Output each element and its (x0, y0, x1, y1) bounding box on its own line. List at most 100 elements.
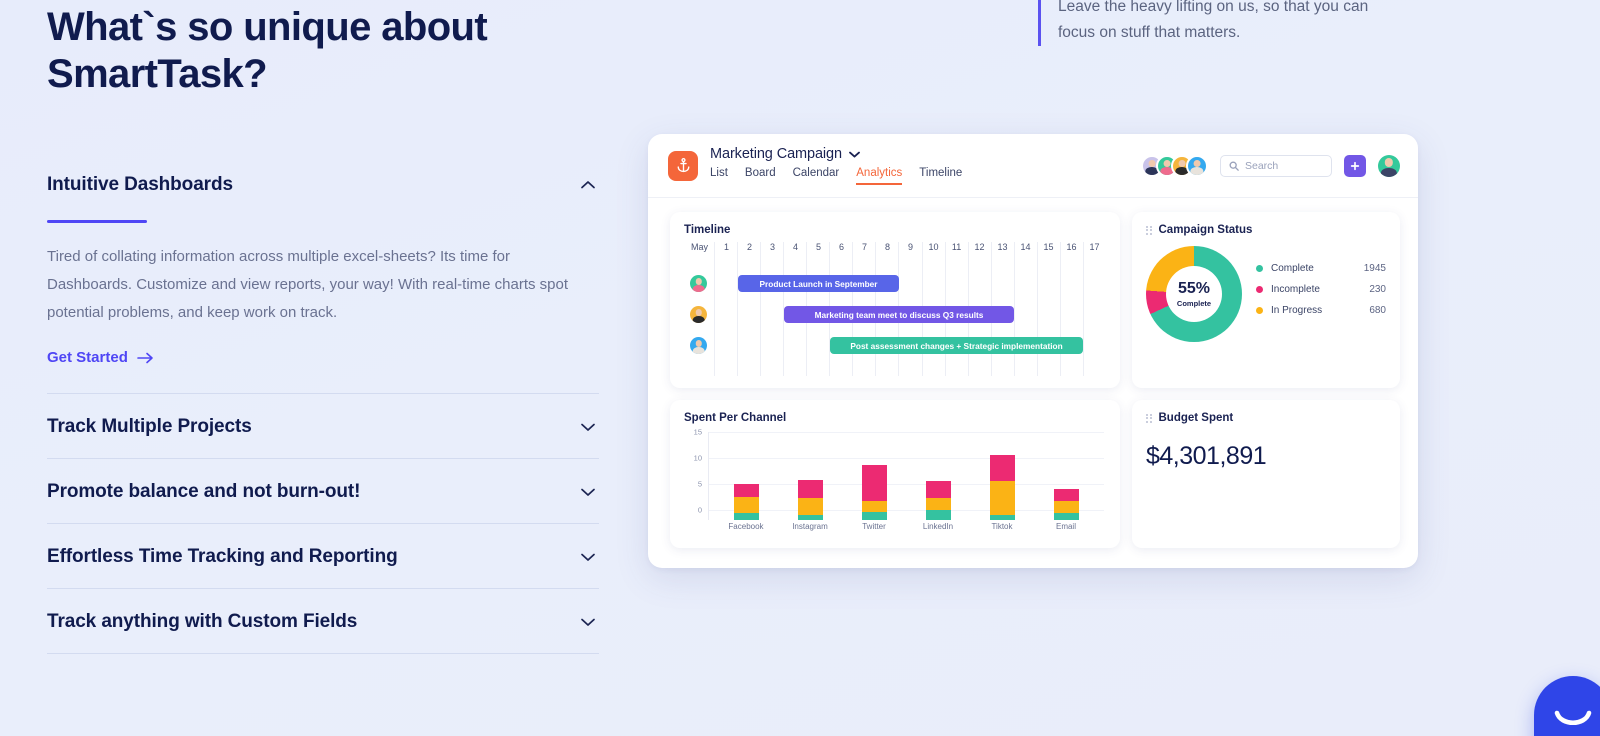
bar-segment (862, 465, 888, 502)
drag-handle-icon[interactable] (1146, 225, 1152, 235)
legend-value: 230 (1369, 283, 1386, 295)
donut-legend-row: Incomplete 230 (1256, 284, 1386, 295)
tab-calendar[interactable]: Calendar (793, 167, 840, 185)
donut-center-value: 55% (1177, 279, 1211, 297)
timeline-title: Timeline (684, 224, 1106, 236)
y-axis-tick-label: 0 (697, 505, 702, 515)
timeline-date-label: 17 (1089, 242, 1100, 252)
bar-segment (1053, 512, 1079, 520)
timeline-rows: Product Launch in September Marketing tea… (684, 258, 1106, 361)
bar-column[interactable] (715, 432, 779, 520)
timeline-row: Marketing team meet to discuss Q3 result… (684, 299, 1106, 330)
bar-segment (734, 483, 760, 497)
bar-column[interactable] (843, 432, 907, 520)
profile-avatar[interactable] (1378, 154, 1400, 177)
get-started-label: Get Started (47, 349, 128, 367)
accordion-header-promote-balance[interactable]: Promote balance and not burn-out! (47, 459, 599, 523)
bar-chart-bars (709, 432, 1104, 520)
timeline-date-label: 16 (1066, 242, 1077, 252)
timeline-task-bar[interactable]: Marketing team meet to discuss Q3 result… (784, 306, 1014, 323)
spent-per-channel-panel: Spent Per Channel 0 5 10 15 Facebook Instagr… (670, 400, 1120, 548)
project-selector[interactable]: Marketing Campaign (710, 146, 962, 162)
donut-chart: 55% Complete (1146, 246, 1242, 342)
tab-timeline[interactable]: Timeline (919, 167, 962, 185)
timeline-date-label: 3 (770, 242, 776, 252)
bar-chart-plot (708, 432, 1104, 520)
timeline-title-label: Timeline (684, 224, 731, 236)
accordion-header-effortless-time-tracking[interactable]: Effortless Time Tracking and Reporting (47, 524, 599, 588)
y-axis-tick-label: 5 (697, 479, 702, 489)
bar-segment (734, 496, 760, 513)
get-started-link[interactable]: Get Started (47, 349, 154, 366)
bar-segment (925, 510, 951, 520)
bar-chart-y-axis: 0 5 10 15 (684, 428, 706, 515)
search-input[interactable]: Search (1220, 154, 1332, 177)
chevron-down-icon[interactable] (849, 151, 860, 158)
accent-underline (47, 220, 147, 224)
timeline-date-label: 7 (862, 242, 868, 252)
y-axis-tick-label: 10 (693, 453, 702, 463)
timeline-date-label: 13 (997, 242, 1008, 252)
tab-board[interactable]: Board (745, 167, 776, 185)
timeline-assignee-avatar[interactable] (690, 337, 707, 354)
spent-per-channel-title-label: Spent Per Channel (684, 412, 787, 424)
donut-center: 55% Complete (1166, 266, 1222, 322)
campaign-status-title-label: Campaign Status (1158, 224, 1253, 236)
donut-legend-row: Complete 1945 (1256, 263, 1386, 274)
accordion-title: Track anything with Custom Fields (47, 611, 358, 633)
budget-spent-title-label: Budget Spent (1158, 412, 1234, 424)
bar-column[interactable] (906, 432, 970, 520)
accordion-title: Effortless Time Tracking and Reporting (47, 546, 398, 568)
chevron-down-icon[interactable] (577, 416, 599, 438)
bar-segment (925, 480, 951, 498)
bar-chart-x-labels: Facebook Instagram Twitter LinkedIn Tiktok Em… (708, 522, 1104, 531)
chevron-down-icon[interactable] (577, 546, 599, 568)
bar-column[interactable] (1034, 432, 1098, 520)
legend-label: In Progress (1271, 304, 1323, 316)
chat-widget-button[interactable] (1534, 676, 1600, 736)
member-avatar-group[interactable] (1141, 154, 1208, 177)
bar-segment (1053, 501, 1079, 513)
timeline-assignee-avatar[interactable] (690, 275, 707, 292)
tab-list[interactable]: List (710, 167, 728, 185)
accordion-header-intuitive-dashboards[interactable]: Intuitive Dashboards (47, 152, 599, 216)
tab-analytics[interactable]: Analytics (856, 167, 903, 185)
app-preview-card: Marketing Campaign List Board Calendar A… (648, 134, 1418, 568)
chevron-down-icon[interactable] (577, 481, 599, 503)
accordion-header-custom-fields[interactable]: Track anything with Custom Fields (47, 589, 599, 653)
timeline-panel: Timeline May 1 2 3 4 5 6 7 8 9 10 11 12 13 14 15 16 17 Pr… (670, 212, 1120, 388)
timeline-date-label: 10 (928, 242, 939, 252)
accordion-item-custom-fields: Track anything with Custom Fields (47, 589, 599, 655)
timeline-assignee-avatar[interactable] (690, 306, 707, 323)
app-header: Marketing Campaign List Board Calendar A… (648, 134, 1418, 198)
legend-value: 680 (1369, 304, 1386, 316)
feature-accordion: Intuitive Dashboards Tired of collating … (47, 152, 599, 655)
accordion-body-text: Tired of collating information across mu… (47, 248, 569, 322)
avatar[interactable] (1186, 154, 1208, 177)
app-header-actions: Search (1141, 154, 1400, 177)
add-button[interactable] (1344, 154, 1366, 177)
feature-section: What`s so unique about SmartTask? Intuit… (47, 0, 607, 655)
accordion-header-track-multiple-projects[interactable]: Track Multiple Projects (47, 394, 599, 458)
bar-column[interactable] (779, 432, 843, 520)
bar-segment (989, 514, 1015, 520)
bar-column[interactable] (970, 432, 1034, 520)
chevron-down-icon[interactable] (577, 611, 599, 633)
drag-handle-icon[interactable] (1146, 413, 1152, 423)
campaign-status-chart: 55% Complete Complete 1945 Incomplete 230 In… (1146, 246, 1386, 342)
timeline-date-label: 12 (974, 242, 985, 252)
search-icon (1229, 161, 1239, 171)
bar-segment (862, 501, 888, 512)
chevron-up-icon[interactable] (577, 174, 599, 196)
timeline-task-bar[interactable]: Product Launch in September (738, 275, 899, 292)
app-tabs: List Board Calendar Analytics Timeline (710, 167, 962, 185)
timeline-date-label: 1 (724, 242, 730, 252)
accordion-title: Promote balance and not burn-out! (47, 481, 361, 503)
budget-spent-value: $4,301,891 (1146, 442, 1267, 470)
arrow-right-icon (137, 352, 153, 363)
timeline-chart: May 1 2 3 4 5 6 7 8 9 10 11 12 13 14 15 16 17 Product Lau… (684, 242, 1106, 376)
legend-value: 1945 (1363, 262, 1386, 274)
page-title: What`s so unique about SmartTask? (47, 5, 488, 97)
donut-legend: Complete 1945 Incomplete 230 In Progress 680 (1256, 263, 1386, 326)
timeline-task-bar[interactable]: Post assessment changes + Strategic impl… (830, 337, 1083, 354)
